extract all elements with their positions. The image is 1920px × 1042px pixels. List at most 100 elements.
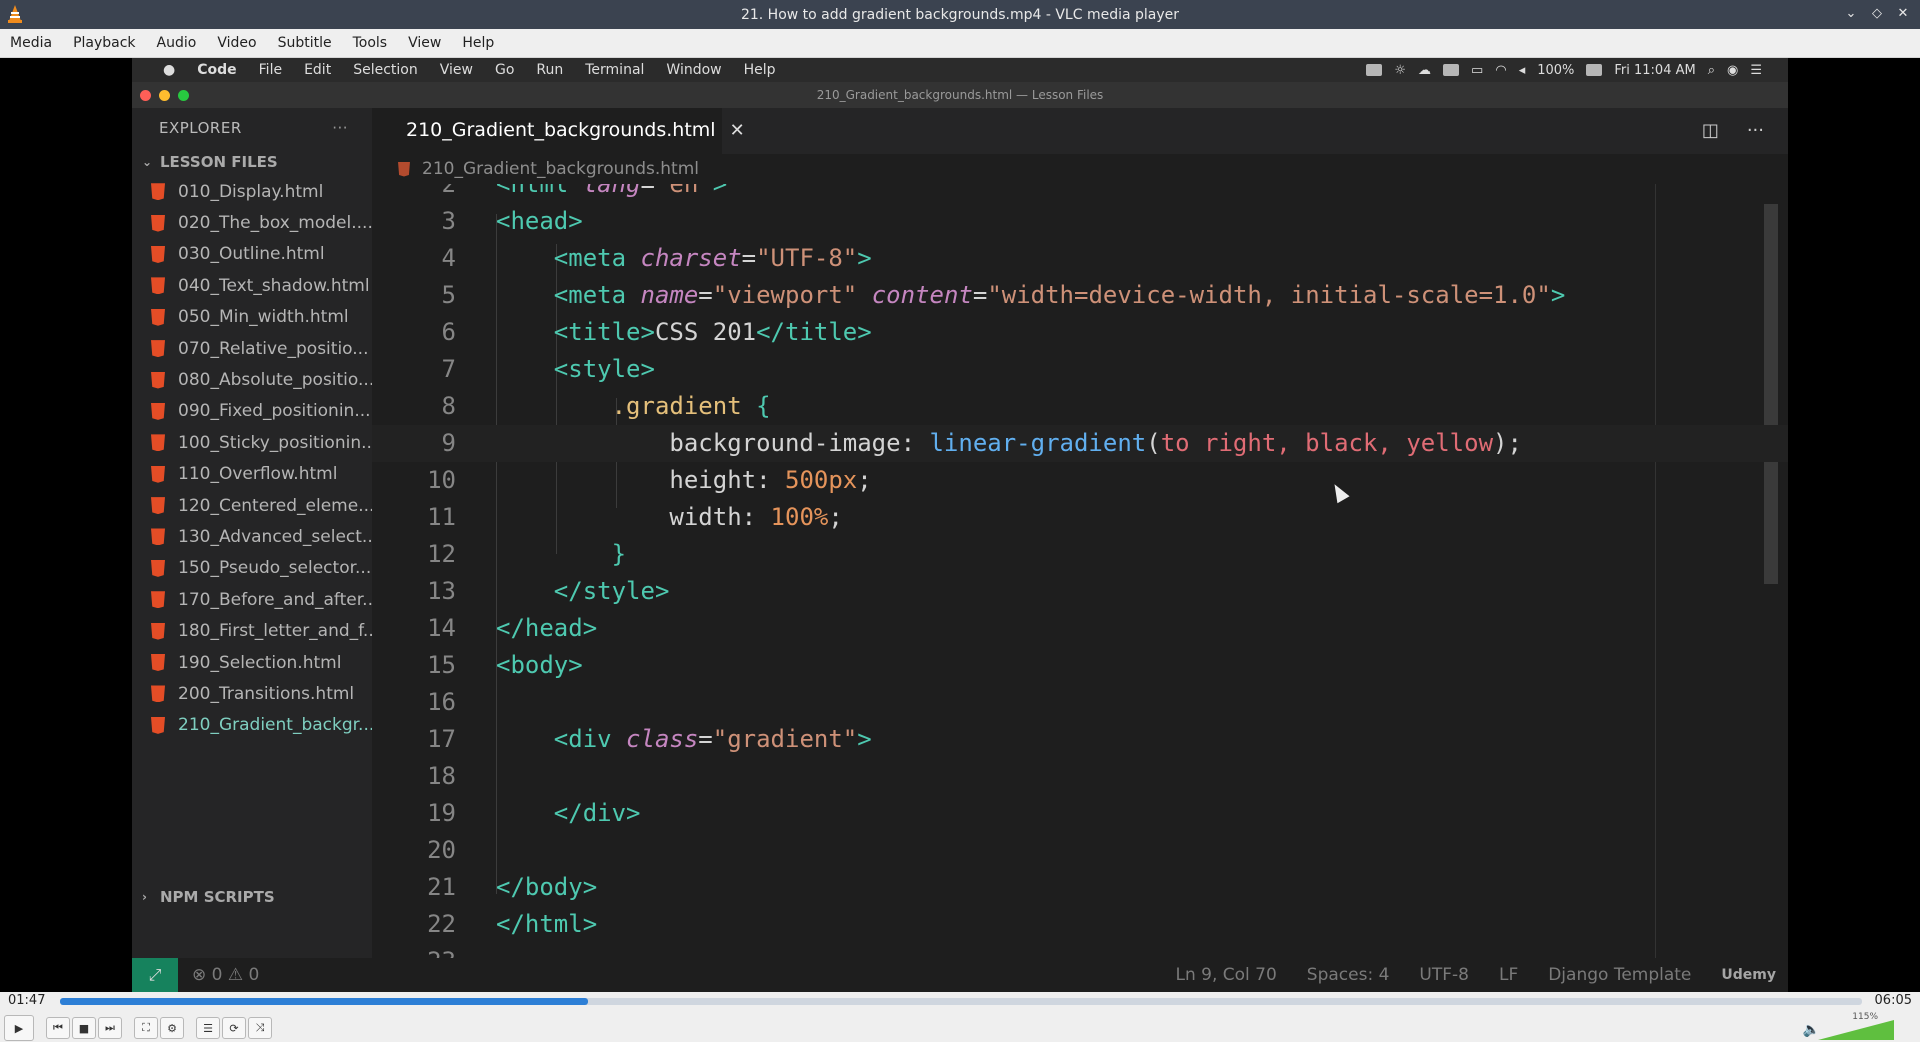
previous-button[interactable]: ⏮ bbox=[46, 1017, 70, 1039]
file-item: 050_Min_width.html bbox=[132, 302, 372, 333]
stop-button[interactable]: ■ bbox=[72, 1017, 96, 1039]
volume-level bbox=[1818, 1020, 1894, 1040]
breadcrumb: 210_Gradient_backgrounds.html bbox=[372, 154, 1788, 184]
video-area[interactable]: ● Code File Edit Selection View Go Run T… bbox=[0, 58, 1920, 992]
file-item: 100_Sticky_positionin... bbox=[132, 427, 372, 458]
code-line-current: 9 background-image: linear-gradient(to r… bbox=[372, 425, 1788, 462]
code-line: 11 width: 100%; bbox=[427, 503, 843, 531]
vlc-cone-icon bbox=[8, 5, 22, 23]
file-list: 010_Display.html 020_The_box_model.... 0… bbox=[132, 176, 372, 741]
panel-icon bbox=[1443, 64, 1460, 76]
code-line: 16 bbox=[427, 688, 456, 716]
seek-bar[interactable] bbox=[60, 998, 1862, 1005]
minimize-icon[interactable]: ⌄ bbox=[1842, 4, 1860, 22]
mac-menu-file: File bbox=[258, 62, 283, 78]
code-line: 8 .gradient { bbox=[441, 392, 771, 420]
list-icon: ☰ bbox=[1750, 62, 1762, 78]
tab-gradient-backgrounds: 210_Gradient_backgrounds.html ✕ bbox=[372, 108, 745, 154]
code-line: 17 <div class="gradient"> bbox=[427, 725, 872, 753]
code-line: 3 <head> bbox=[441, 207, 583, 235]
wifi-icon: ◠ bbox=[1495, 62, 1507, 78]
mac-menu-terminal: Terminal bbox=[585, 62, 645, 78]
html5-icon bbox=[151, 654, 165, 672]
window-title: 21. How to add gradient backgrounds.mp4 … bbox=[740, 6, 1180, 23]
vscode-window-title: 210_Gradient_backgrounds.html — Lesson F… bbox=[816, 88, 1104, 102]
file-item: 190_Selection.html bbox=[132, 647, 372, 678]
file-item: 030_Outline.html bbox=[132, 239, 372, 270]
volume-icon: ◂ bbox=[1518, 62, 1526, 78]
menu-view[interactable]: View bbox=[398, 35, 452, 51]
file-item-active: 210_Gradient_backgr... bbox=[132, 710, 372, 741]
indent-setting: Spaces: 4 bbox=[1306, 965, 1390, 985]
code-line: 2 <html lang="en"> bbox=[441, 184, 728, 198]
file-item: 170_Before_and_after... bbox=[132, 584, 372, 615]
file-item: 090_Fixed_positionin... bbox=[132, 396, 372, 427]
line-ending: LF bbox=[1498, 965, 1519, 985]
code-line: 10 height: 500px; bbox=[427, 466, 872, 494]
language-mode: Django Template bbox=[1548, 965, 1692, 985]
menu-tools[interactable]: Tools bbox=[343, 35, 399, 51]
html5-icon bbox=[151, 528, 165, 546]
close-icon[interactable]: ✕ bbox=[1894, 4, 1912, 22]
code-line: 12 } bbox=[427, 540, 627, 568]
chevron-down-icon: ⌄ bbox=[142, 155, 153, 169]
brightness-icon: ☼ bbox=[1394, 62, 1407, 78]
html5-icon bbox=[151, 685, 165, 703]
menu-help[interactable]: Help bbox=[452, 35, 505, 51]
menu-bar: Media Playback Audio Video Subtitle Tool… bbox=[0, 29, 1920, 58]
file-item: 020_The_box_model.... bbox=[132, 207, 372, 238]
file-item: 070_Relative_positio... bbox=[132, 333, 372, 364]
html5-icon bbox=[151, 716, 165, 734]
maximize-icon[interactable]: ◇ bbox=[1868, 4, 1886, 22]
explorer-header: EXPLORER ··· bbox=[159, 119, 348, 137]
mac-menu-edit: Edit bbox=[304, 62, 332, 78]
play-button[interactable]: ▶ bbox=[4, 1015, 34, 1041]
menu-audio[interactable]: Audio bbox=[147, 35, 208, 51]
total-time: 06:05 bbox=[1874, 993, 1912, 1008]
traffic-minimize-icon bbox=[159, 90, 170, 101]
airplay-icon: ▭ bbox=[1471, 62, 1484, 78]
volume-slider[interactable]: 115% bbox=[1818, 1012, 1914, 1040]
traffic-close-icon bbox=[140, 90, 151, 101]
more-actions-icon: ··· bbox=[1746, 120, 1764, 141]
code-line: 7 <style> bbox=[441, 355, 655, 383]
file-item: 010_Display.html bbox=[132, 176, 372, 207]
html5-icon bbox=[151, 340, 165, 358]
html5-icon bbox=[398, 161, 410, 177]
player-controls: 01:47 06:05 ▶ ⏮ ■ ⏭ ⛶ ⚙ ☰ ⟳ ⤨ 🔈 115% bbox=[0, 992, 1920, 1042]
video-frame: ● Code File Edit Selection View Go Run T… bbox=[132, 58, 1788, 992]
problems-count: ⊗ 0 ⚠ 0 bbox=[192, 965, 260, 985]
loop-button[interactable]: ⟳ bbox=[222, 1017, 246, 1039]
code-area: 2 <html lang="en"> 3 <head> 4 <meta charse… bbox=[372, 184, 1788, 958]
close-tab-icon: ✕ bbox=[729, 119, 745, 141]
fullscreen-button[interactable]: ⛶ bbox=[134, 1017, 158, 1039]
code-line: 22 </html> bbox=[427, 910, 598, 938]
html5-icon bbox=[151, 559, 165, 577]
vscode-statusbar: ⤢ ⊗ 0 ⚠ 0 Ln 9, Col 70 Spaces: 4 UTF-8 L… bbox=[132, 958, 1788, 992]
npm-scripts-section: › NPM SCRIPTS bbox=[142, 888, 275, 906]
menu-video[interactable]: Video bbox=[207, 35, 267, 51]
menu-playback[interactable]: Playback bbox=[63, 35, 146, 51]
menu-subtitle[interactable]: Subtitle bbox=[268, 35, 343, 51]
file-item: 130_Advanced_select... bbox=[132, 521, 372, 552]
file-item: 110_Overflow.html bbox=[132, 459, 372, 490]
screen-icon bbox=[1366, 64, 1383, 76]
vscode-title-bar: 210_Gradient_backgrounds.html — Lesson F… bbox=[132, 82, 1788, 108]
menu-media[interactable]: Media bbox=[0, 35, 63, 51]
editor-tabs: 210_Gradient_backgrounds.html ✕ ◫ ··· bbox=[372, 108, 1788, 154]
playlist-button[interactable]: ☰ bbox=[196, 1017, 220, 1039]
mac-menu-go: Go bbox=[494, 62, 515, 78]
cloud-icon: ☁ bbox=[1418, 62, 1432, 78]
seek-progress bbox=[60, 998, 588, 1005]
code-line: 20 bbox=[427, 836, 456, 864]
shuffle-button[interactable]: ⤨ bbox=[248, 1017, 272, 1039]
udemy-watermark: Udemy bbox=[1721, 967, 1776, 983]
file-item: 080_Absolute_positio... bbox=[132, 364, 372, 395]
extended-settings-button[interactable]: ⚙ bbox=[160, 1017, 184, 1039]
more-icon: ··· bbox=[332, 119, 348, 137]
mac-menu-run: Run bbox=[536, 62, 564, 78]
cursor-position: Ln 9, Col 70 bbox=[1175, 965, 1277, 985]
next-button[interactable]: ⏭ bbox=[98, 1017, 122, 1039]
remote-icon: ⤢ bbox=[132, 958, 178, 992]
volume-label: 115% bbox=[1852, 1012, 1878, 1022]
